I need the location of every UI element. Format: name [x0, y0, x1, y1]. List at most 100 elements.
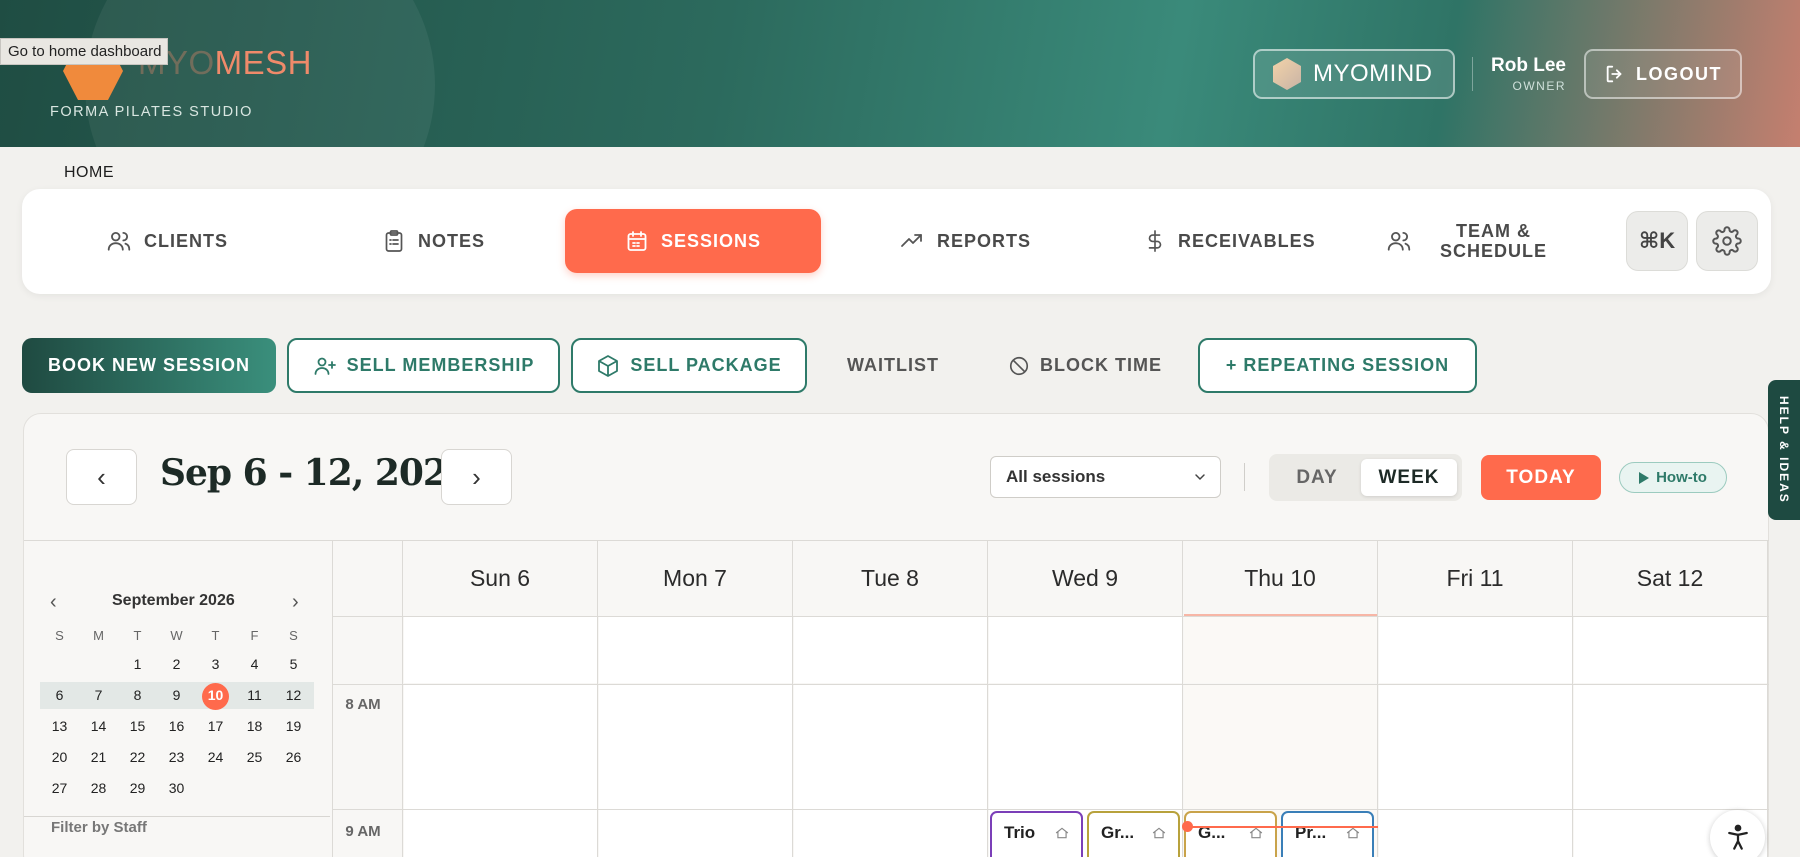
- mini-cal-day[interactable]: 12: [274, 682, 313, 708]
- mini-cal-day[interactable]: 6: [40, 682, 79, 708]
- time-slot[interactable]: [989, 617, 1183, 683]
- mini-cal-day[interactable]: 10: [196, 682, 235, 708]
- mini-cal-prev-button[interactable]: ‹: [50, 591, 57, 614]
- mini-cal-day[interactable]: 3: [196, 651, 235, 677]
- time-slot[interactable]: [599, 685, 793, 809]
- session-event[interactable]: Gr...: [1087, 811, 1180, 857]
- session-event[interactable]: Trio: [990, 811, 1083, 857]
- time-slot[interactable]: [599, 810, 793, 857]
- mini-cal-day[interactable]: 9: [157, 682, 196, 708]
- nav-sessions[interactable]: SESSIONS: [565, 209, 821, 273]
- myomind-label: MYOMIND: [1313, 60, 1433, 87]
- block-time-button[interactable]: BLOCK TIME: [997, 338, 1173, 393]
- logout-icon: [1606, 65, 1622, 83]
- filter-by-staff-label[interactable]: Filter by Staff: [51, 819, 147, 836]
- logout-button[interactable]: LOGOUT: [1584, 49, 1742, 99]
- time-slot[interactable]: [1379, 617, 1573, 683]
- breadcrumb[interactable]: HOME: [64, 164, 114, 182]
- time-slot[interactable]: [404, 685, 598, 809]
- mini-cal-dow: F: [250, 628, 259, 643]
- time-slot[interactable]: [794, 810, 988, 857]
- time-slot[interactable]: [1379, 685, 1573, 809]
- day-header-5[interactable]: Fri 11: [1378, 540, 1572, 616]
- time-slot[interactable]: [794, 685, 988, 809]
- today-button[interactable]: TODAY: [1481, 455, 1601, 500]
- time-slot[interactable]: [1184, 617, 1378, 683]
- nav-notes-label: NOTES: [418, 230, 486, 251]
- mini-cal-day[interactable]: 24: [196, 744, 235, 770]
- mini-cal-day[interactable]: 4: [235, 651, 274, 677]
- mini-cal-day[interactable]: 23: [157, 744, 196, 770]
- session-filter-select[interactable]: All sessions: [990, 456, 1221, 498]
- current-time-dot: [1182, 821, 1193, 832]
- prev-week-button[interactable]: ‹: [66, 449, 137, 505]
- mini-cal-day[interactable]: 28: [79, 775, 118, 801]
- time-slot[interactable]: [1574, 685, 1768, 809]
- command-palette-button[interactable]: ⌘K: [1626, 211, 1688, 271]
- repeating-session-button[interactable]: + REPEATING SESSION: [1198, 338, 1477, 393]
- mini-cal-day[interactable]: 2: [157, 651, 196, 677]
- time-slot[interactable]: [1574, 617, 1768, 683]
- nav-team-schedule[interactable]: TEAM & SCHEDULE: [1386, 209, 1547, 273]
- session-event[interactable]: G...: [1184, 811, 1277, 857]
- myomind-button[interactable]: MYOMIND: [1253, 49, 1455, 99]
- mini-cal-day[interactable]: 17: [196, 713, 235, 739]
- mini-cal-day[interactable]: 15: [118, 713, 157, 739]
- view-week-button[interactable]: WEEK: [1361, 459, 1457, 496]
- nav-reports[interactable]: REPORTS: [899, 209, 1031, 273]
- day-header-4[interactable]: Thu 10: [1183, 540, 1377, 616]
- mini-cal-dow: M: [93, 628, 104, 643]
- mini-cal-day[interactable]: 21: [79, 744, 118, 770]
- mini-cal-day[interactable]: 29: [118, 775, 157, 801]
- time-slot[interactable]: [1184, 685, 1378, 809]
- mini-cal-day[interactable]: 13: [40, 713, 79, 739]
- session-event[interactable]: Pr...: [1281, 811, 1374, 857]
- day-header-3[interactable]: Wed 9: [988, 540, 1182, 616]
- nav-receivables[interactable]: RECEIVABLES: [1144, 209, 1316, 273]
- book-new-session-button[interactable]: BOOK NEW SESSION: [22, 338, 276, 393]
- mini-cal-day[interactable]: 22: [118, 744, 157, 770]
- view-day-button[interactable]: DAY: [1275, 459, 1359, 496]
- mini-cal-day[interactable]: 8: [118, 682, 157, 708]
- nav-clients-label: CLIENTS: [144, 230, 229, 251]
- accessibility-button[interactable]: [1710, 810, 1765, 857]
- how-to-button[interactable]: How-to: [1619, 462, 1727, 493]
- user-role: OWNER: [1512, 79, 1566, 93]
- nav-clients[interactable]: CLIENTS: [106, 209, 228, 273]
- day-header-6[interactable]: Sat 12: [1573, 540, 1767, 616]
- mini-cal-day[interactable]: 27: [40, 775, 79, 801]
- studio-home-icon: [1346, 827, 1360, 839]
- mini-cal-day[interactable]: 30: [157, 775, 196, 801]
- time-slot[interactable]: [599, 617, 793, 683]
- help-ideas-tab[interactable]: HELP & IDEAS: [1768, 380, 1800, 520]
- time-slot[interactable]: [794, 617, 988, 683]
- mini-cal-day[interactable]: 11: [235, 682, 274, 708]
- time-slot[interactable]: [989, 685, 1183, 809]
- mini-cal-dow: T: [133, 628, 142, 643]
- mini-cal-day[interactable]: 18: [235, 713, 274, 739]
- waitlist-button[interactable]: WAITLIST: [838, 338, 948, 393]
- nav-notes[interactable]: NOTES: [382, 209, 485, 273]
- day-header-0[interactable]: Sun 6: [403, 540, 597, 616]
- header-divider: [1472, 57, 1473, 91]
- time-slot[interactable]: [404, 810, 598, 857]
- sell-package-button[interactable]: SELL PACKAGE: [571, 338, 807, 393]
- mini-cal-day[interactable]: 1: [118, 651, 157, 677]
- sell-membership-button[interactable]: SELL MEMBERSHIP: [287, 338, 560, 393]
- studio-home-icon: [1152, 827, 1166, 839]
- time-slot[interactable]: [404, 617, 598, 683]
- time-slot[interactable]: [1379, 810, 1573, 857]
- mini-cal-day[interactable]: 5: [274, 651, 313, 677]
- next-week-button[interactable]: ›: [441, 449, 512, 505]
- day-header-1[interactable]: Mon 7: [598, 540, 792, 616]
- mini-cal-day[interactable]: 14: [79, 713, 118, 739]
- mini-cal-day[interactable]: 16: [157, 713, 196, 739]
- mini-cal-day[interactable]: 20: [40, 744, 79, 770]
- day-header-2[interactable]: Tue 8: [793, 540, 987, 616]
- mini-cal-day[interactable]: 7: [79, 682, 118, 708]
- mini-cal-next-button[interactable]: ›: [292, 591, 299, 614]
- mini-cal-day[interactable]: 19: [274, 713, 313, 739]
- mini-cal-day[interactable]: 26: [274, 744, 313, 770]
- settings-button[interactable]: [1696, 211, 1758, 271]
- mini-cal-day[interactable]: 25: [235, 744, 274, 770]
